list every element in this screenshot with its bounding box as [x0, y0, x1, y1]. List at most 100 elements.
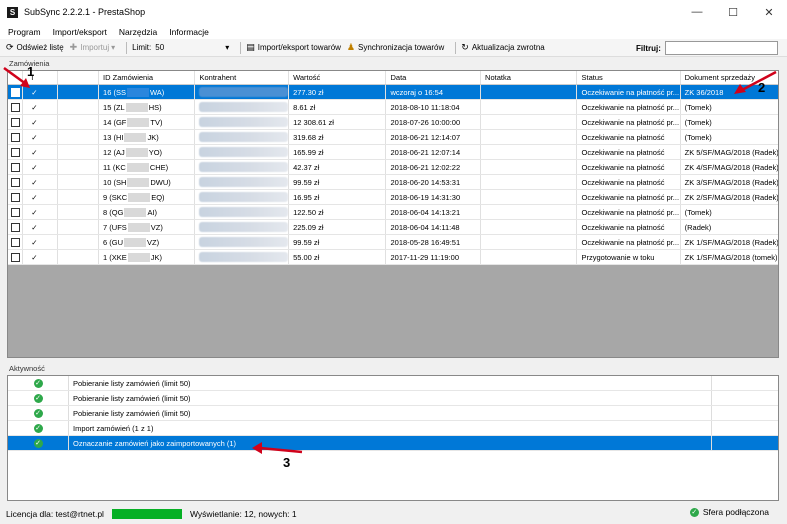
row-checkbox[interactable] [10, 177, 20, 187]
select-cell[interactable] [8, 250, 24, 264]
annotation-1: 1 [27, 64, 35, 79]
activity-row[interactable]: ✓ Pobieranie listy zamówień (limit 50) [8, 376, 778, 391]
header-select[interactable] [8, 71, 24, 84]
maximize-button[interactable]: ☐ [715, 0, 751, 24]
minimize-button[interactable]: — [679, 0, 715, 24]
menu-import-export[interactable]: Import/eksport [53, 27, 107, 37]
sales-document-cell: (Tomek) [684, 132, 712, 142]
sales-document-cell: (Radek) [684, 222, 712, 232]
select-cell[interactable] [8, 85, 24, 99]
order-id-suffix: AI) [147, 207, 158, 217]
row-checkbox[interactable] [10, 252, 20, 262]
menu-info[interactable]: Informacje [169, 27, 209, 37]
sync-products-button[interactable]: ♟ Synchronizacja towarów [347, 42, 444, 53]
date-cell: 2018-06-20 14:53:31 [386, 175, 482, 189]
order-id-prefix: 7 (UFS [103, 222, 127, 232]
import-export-products-button[interactable]: ▤ Import/eksport towarów [246, 42, 341, 53]
select-cell[interactable] [8, 145, 24, 159]
table-row[interactable]: ✓ 1 (XKE JK) 55.00 zł 2017-11-29 11:19:00 Prz… [8, 250, 778, 265]
imported-mark: ✓ [23, 160, 59, 174]
status-cell: Oczekiwanie na płatność pr... [577, 100, 681, 114]
refresh-button[interactable]: ⟳ Odśwież listę [6, 42, 64, 53]
table-row[interactable]: ✓ 10 (SH DWU) 99.59 zł 2018-06-20 14:53:31 Oc… [8, 175, 778, 190]
row-checkbox[interactable] [10, 207, 20, 217]
row-checkbox[interactable] [10, 147, 20, 157]
contractor-cell [195, 250, 290, 264]
note-cell [481, 115, 578, 129]
row-checkbox[interactable] [10, 162, 20, 172]
value-cell: 225.09 zł [289, 220, 387, 234]
row-checkbox[interactable] [10, 87, 20, 97]
activity-extra-cell [712, 406, 778, 420]
header-status[interactable]: Status [577, 71, 681, 84]
redacted-contractor [199, 192, 289, 202]
header-date[interactable]: Data [386, 71, 482, 84]
order-id-prefix: 12 (AJ [103, 147, 125, 157]
select-cell[interactable] [8, 175, 24, 189]
value-cell: 55.00 zł [289, 250, 387, 264]
select-cell[interactable] [8, 160, 24, 174]
menu-program[interactable]: Program [8, 27, 41, 37]
table-row[interactable]: ✓ 15 (ZL HS) 8.61 zł 2018-08-10 11:18:04 Ocze… [8, 100, 778, 115]
order-id-cell: 1 (XKE JK) [99, 250, 196, 264]
filter-input[interactable] [665, 41, 778, 55]
header-order-id[interactable]: ID Zamówienia [99, 71, 196, 84]
header-value[interactable]: Wartość [289, 71, 387, 84]
row-checkbox[interactable] [10, 192, 20, 202]
table-row[interactable]: ✓ 6 (GU VZ) 99.59 zł 2018-05-28 16:49:51 Ocze… [8, 235, 778, 250]
activity-extra-cell [712, 391, 778, 405]
select-cell[interactable] [8, 235, 24, 249]
order-id-suffix: VZ) [147, 237, 160, 247]
table-row[interactable]: ✓ 14 (GF TV) 12 308.61 zł 2018-07-26 10:00:0… [8, 115, 778, 130]
reverse-update-button[interactable]: ↻ Aktualizacja zwrotna [461, 42, 544, 53]
redacted-id [126, 87, 149, 97]
select-cell[interactable] [8, 115, 24, 129]
order-id-prefix: 16 (SS [103, 87, 126, 97]
table-row[interactable]: ✓ 7 (UFS VZ) 225.09 zł 2018-06-04 14:11:48 Oc… [8, 220, 778, 235]
row-checkbox[interactable] [10, 222, 20, 232]
row-checkbox[interactable] [10, 102, 20, 112]
activity-row[interactable]: ✓ Pobieranie listy zamówień (limit 50) [8, 406, 778, 421]
table-row[interactable]: ✓ 12 (AJ YO) 165.99 zł 2018-06-21 12:07:14 Oc… [8, 145, 778, 160]
value-cell: 122.50 zł [289, 205, 387, 219]
close-button[interactable]: ✕ [751, 0, 787, 24]
order-id-suffix: HS) [148, 102, 162, 112]
activity-row[interactable]: ✓ Pobieranie listy zamówień (limit 50) [8, 391, 778, 406]
select-cell[interactable] [8, 130, 24, 144]
table-row[interactable]: ✓ 9 (SKC EQ) 16.95 zł 2018-06-19 14:31:30 Ocz… [8, 190, 778, 205]
sales-document-cell: ZK 2/SF/MAG/2018 (Radek) [684, 192, 778, 202]
table-row[interactable]: ✓ 13 (HI JK) 319.68 zł 2018-06-21 12:14:07 Oc… [8, 130, 778, 145]
row-checkbox[interactable] [10, 237, 20, 247]
table-row[interactable]: ✓ 16 (SS WA) 277.30 zł wczoraj o 16:54 Oczeki… [8, 85, 778, 100]
select-cell[interactable] [8, 100, 24, 114]
order-id-prefix: 11 (KC [103, 162, 126, 172]
note-cell [481, 145, 578, 159]
contractor-cell [195, 190, 290, 204]
table-row[interactable]: ✓ 11 (KC CHE) 42.37 zł 2018-06-21 12:02:22 Oc… [8, 160, 778, 175]
select-cell[interactable] [8, 220, 24, 234]
date-cell: 2018-06-19 14:31:30 [386, 190, 482, 204]
table-row[interactable]: ✓ 8 (QG AI) 122.50 zł 2018-06-04 14:13:21 Ocz… [8, 205, 778, 220]
order-id-suffix: CHE) [149, 162, 169, 172]
order-id-cell: 16 (SS WA) [99, 85, 196, 99]
order-id-prefix: 8 (QG [103, 207, 124, 217]
redacted-id [124, 237, 147, 247]
header-note[interactable]: Notatka [481, 71, 578, 84]
header-contractor[interactable]: Kontrahent [195, 71, 290, 84]
activity-row[interactable]: ✓ Oznaczanie zamówień jako zaimportowanyc… [8, 436, 778, 451]
toolbar-separator [240, 41, 242, 54]
note-cell [481, 250, 578, 264]
activity-row[interactable]: ✓ Import zamówień (1 z 1) [8, 421, 778, 436]
toolbar-separator [126, 41, 128, 54]
row-checkbox[interactable] [10, 132, 20, 142]
activity-text: Oznaczanie zamówień jako zaimportowanych… [69, 436, 712, 450]
order-id-cell: 7 (UFS VZ) [99, 220, 196, 234]
row-checkbox[interactable] [10, 117, 20, 127]
import-button[interactable]: ✚ Importuj ▾ [70, 42, 115, 53]
menu-tools[interactable]: Narzędzia [119, 27, 157, 37]
select-cell[interactable] [8, 205, 24, 219]
select-cell[interactable] [8, 190, 24, 204]
order-id-suffix: WA) [149, 87, 165, 97]
sales-document-cell: ZK 1/SF/MAG/2018 (Radek) [684, 237, 778, 247]
limit-select[interactable]: 50 ▾ [151, 41, 229, 54]
